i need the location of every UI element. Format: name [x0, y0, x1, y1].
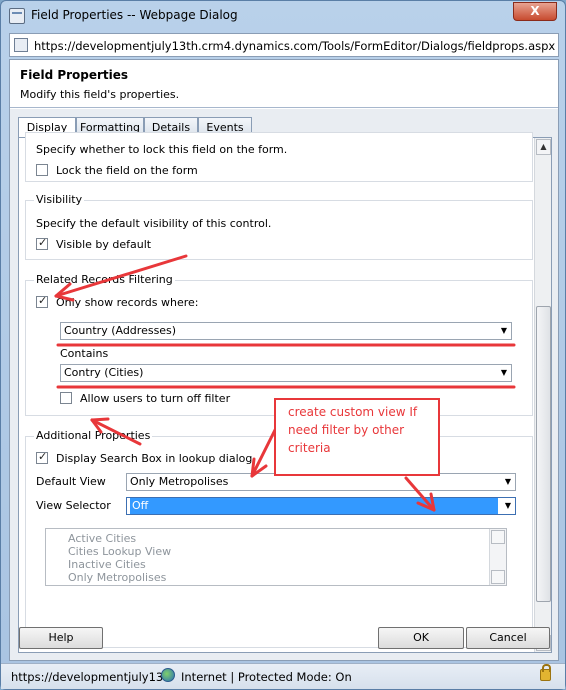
view-selector-value: Off	[130, 498, 498, 514]
page-icon	[14, 38, 28, 52]
related-filtering-section: Related Records Filtering Only show reco…	[25, 273, 533, 416]
views-listbox[interactable]: Active Cities Cities Lookup View Inactiv…	[45, 528, 507, 586]
page-title: Field Properties	[20, 68, 129, 82]
page-icon	[9, 8, 25, 24]
ok-button[interactable]: OK	[378, 627, 464, 649]
help-button[interactable]: Help	[19, 627, 103, 649]
security-zone: Internet | Protected Mode: On	[181, 670, 352, 684]
scroll-up-button[interactable]	[491, 530, 505, 544]
visible-by-default-label: Visible by default	[56, 238, 152, 251]
view-selector-label: View Selector	[36, 499, 111, 512]
window-title: Field Properties -- Webpage Dialog	[31, 8, 238, 22]
filter-field-value: Country (Addresses)	[64, 324, 177, 337]
only-show-checkbox[interactable]	[36, 294, 48, 308]
visibility-section: Visibility Specify the default visibilit…	[25, 193, 533, 260]
visibility-description: Specify the default visibility of this c…	[36, 217, 272, 230]
filter-field-select[interactable]: Country (Addresses) ▼	[60, 322, 512, 340]
lock-checkbox-label: Lock the field on the form	[56, 164, 198, 177]
chevron-down-icon: ▼	[500, 326, 507, 335]
default-view-value: Only Metropolises	[130, 475, 229, 488]
search-box-label: Display Search Box in lookup dialog	[56, 452, 253, 465]
tab-panel-display: Specify whether to lock this field on th…	[18, 132, 552, 653]
dialog-content: Field Properties Modify this field's pro…	[9, 59, 559, 661]
title-bar: Field Properties -- Webpage Dialog X	[1, 1, 565, 31]
close-button[interactable]: X	[513, 2, 557, 21]
lock-description: Specify whether to lock this field on th…	[36, 143, 288, 156]
address-url: https://developmentjuly13th.crm4.dynamic…	[34, 39, 556, 53]
lock-icon	[540, 664, 551, 681]
dialog-header: Field Properties Modify this field's pro…	[10, 60, 558, 108]
list-item[interactable]: Inactive Cities	[68, 558, 146, 571]
contains-field-value: Contry (Cities)	[64, 366, 144, 379]
scrollbar-thumb[interactable]	[536, 306, 551, 602]
scroll-down-button[interactable]	[491, 570, 505, 584]
dialog-window: Field Properties -- Webpage Dialog X htt…	[0, 0, 566, 690]
listbox-scrollbar[interactable]	[489, 529, 506, 585]
contains-label: Contains	[60, 347, 109, 360]
list-item[interactable]: Active Cities	[68, 532, 136, 545]
page-subtitle: Modify this field's properties.	[20, 88, 180, 101]
view-selector-select[interactable]: Off ▼	[126, 497, 516, 515]
related-filtering-title: Related Records Filtering	[34, 273, 175, 286]
chevron-down-icon: ▼	[504, 477, 511, 486]
address-bar: https://developmentjuly13th.crm4.dynamic…	[9, 33, 559, 57]
chevron-down-icon: ▼	[504, 501, 511, 510]
chevron-up-icon[interactable]: ▲	[536, 139, 551, 155]
visibility-title: Visibility	[34, 193, 85, 206]
only-show-label: Only show records where:	[56, 296, 199, 309]
status-url: https://developmentjuly13t	[11, 670, 168, 684]
status-bar: https://developmentjuly13t Internet | Pr…	[1, 663, 565, 689]
search-box-checkbox[interactable]	[36, 450, 48, 464]
visible-by-default-checkbox[interactable]	[36, 236, 48, 250]
lock-checkbox[interactable]	[36, 164, 48, 176]
list-item[interactable]: Only Metropolises	[68, 571, 166, 584]
dialog-body: Display Formatting Details Events Specif…	[10, 109, 558, 660]
allow-filter-off-checkbox[interactable]	[60, 392, 72, 404]
default-view-label: Default View	[36, 475, 106, 488]
allow-filter-off-label: Allow users to turn off filter	[80, 392, 231, 405]
globe-icon	[161, 668, 175, 682]
cancel-button[interactable]: Cancel	[466, 627, 550, 649]
lock-section: Specify whether to lock this field on th…	[25, 132, 533, 182]
additional-properties-title: Additional Properties	[34, 429, 153, 442]
contains-field-select[interactable]: Contry (Cities) ▼	[60, 364, 512, 382]
annotation-note: create custom view If need filter by oth…	[274, 398, 440, 476]
panel-scrollbar[interactable]: ▲ ▼	[534, 138, 551, 652]
chevron-down-icon: ▼	[500, 368, 507, 377]
list-item[interactable]: Cities Lookup View	[68, 545, 171, 558]
